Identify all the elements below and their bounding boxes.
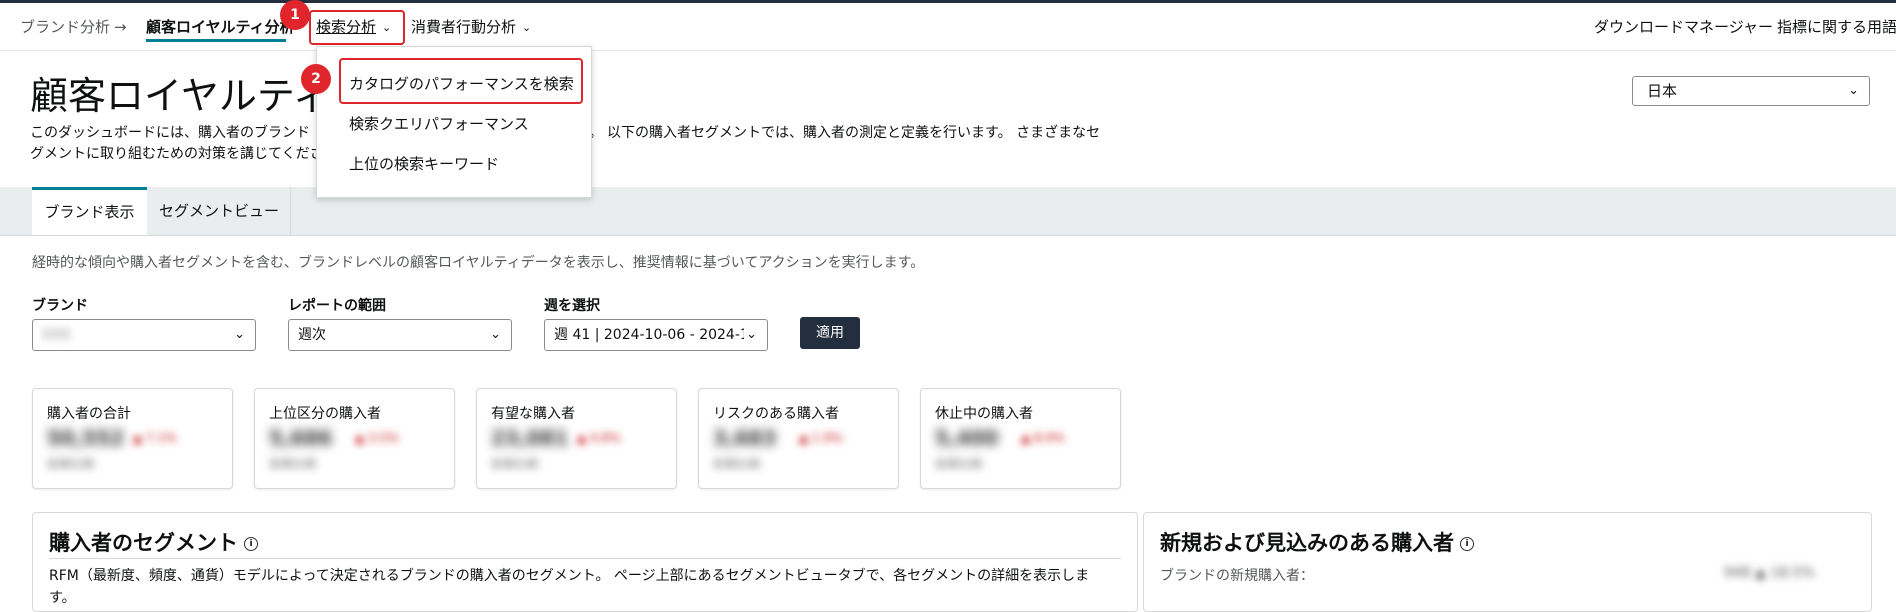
metric-card-value: 50,552 bbox=[47, 426, 125, 450]
info-icon[interactable]: i bbox=[244, 537, 258, 551]
menu-item-search-query-performance[interactable]: 検索クエリパフォーマンス bbox=[349, 113, 529, 134]
panel-divider bbox=[49, 558, 1121, 559]
new-buyers-title-text: 新規および見込みのある購入者 bbox=[1160, 531, 1454, 555]
menu-item-top-search-keywords[interactable]: 上位の検索キーワード bbox=[349, 153, 499, 174]
tab-segment-view[interactable]: セグメントビュー bbox=[148, 187, 291, 235]
info-icon[interactable]: i bbox=[1460, 537, 1474, 551]
metric-card-title: リスクのある購入者 bbox=[713, 406, 839, 422]
nav-customer-loyalty[interactable]: 顧客ロイヤルティ分析 bbox=[146, 16, 295, 38]
buyer-segments-description: RFM（最新度、頻度、通貨）モデルによって決定されるブランドの購入者のセグメント… bbox=[49, 565, 1109, 609]
new-prospective-buyers-panel: 新規および見込みのある購入者 i ブランドの新規購入者： 948 ▲ 18.5% bbox=[1143, 512, 1872, 612]
highlight-box-catalog-performance bbox=[339, 58, 583, 104]
chevron-down-icon: ⌄ bbox=[1848, 83, 1859, 98]
country-select[interactable]: 日本 ⌄ bbox=[1632, 76, 1870, 106]
metric-card-promising-buyers: 有望な購入者 23,081 ▲ 4.8% 前期比較 bbox=[476, 388, 677, 489]
nav-consumer-behavior-label: 消費者行動分析 bbox=[411, 18, 517, 36]
metric-card-change: ▲ 3.5% bbox=[355, 431, 399, 445]
metric-card-value: 5,686 bbox=[269, 426, 333, 450]
metric-card-sub: 前期比較 bbox=[269, 457, 318, 471]
metric-card-sub: 前期比較 bbox=[935, 457, 984, 471]
chevron-down-icon: ⌄ bbox=[234, 327, 245, 342]
metric-card-title: 休止中の購入者 bbox=[935, 406, 1033, 422]
metric-card-at-risk-buyers: リスクのある購入者 3,683 ▲ 1.9% 前期比較 bbox=[698, 388, 899, 489]
metric-card-total-buyers: 購入者の合計 50,552 ▲ 7.1% 前期比較 bbox=[32, 388, 233, 489]
range-filter-label: レポートの範囲 bbox=[288, 298, 386, 314]
new-buyers-value: 948 ▲ 18.5% bbox=[1724, 565, 1815, 581]
week-filter-label: 週を選択 bbox=[544, 298, 600, 314]
report-range-select[interactable]: 週次 ⌄ bbox=[288, 319, 512, 351]
buyer-segments-description-text-2: す。 bbox=[49, 590, 76, 606]
metric-card-title: 購入者の合計 bbox=[47, 406, 131, 422]
metric-card-change: ▲ 1.9% bbox=[799, 431, 843, 445]
tab-description: 経時的な傾向や購入者セグメントを含む、ブランドレベルの顧客ロイヤルティデータを表… bbox=[32, 255, 925, 271]
apply-button[interactable]: 適用 bbox=[800, 317, 860, 349]
download-manager-link[interactable]: ダウンロードマネージャー bbox=[1594, 16, 1773, 38]
metric-card-change: ▲ 8.9% bbox=[1021, 431, 1065, 445]
new-buyers-label: ブランドの新規購入者： bbox=[1160, 568, 1314, 584]
chevron-down-icon: ⌄ bbox=[522, 21, 532, 34]
annotation-badge-1: 1 bbox=[280, 0, 310, 30]
metric-card-value: 5,400 bbox=[935, 426, 999, 450]
country-select-value: 日本 bbox=[1647, 82, 1678, 100]
metric-card-dormant-buyers: 休止中の購入者 5,400 ▲ 8.9% 前期比較 bbox=[920, 388, 1121, 489]
page-description-visible: います。 以下の購入者セグメントでは、購入者の測定と定義を行います。 さまざまな… bbox=[548, 125, 1101, 141]
metric-card-value: 23,081 bbox=[491, 426, 569, 450]
report-range-value: 週次 bbox=[298, 327, 326, 343]
brand-filter-label: ブランド bbox=[32, 298, 88, 314]
nav-consumer-behavior[interactable]: 消費者行動分析 ⌄ bbox=[411, 16, 531, 40]
brand-select[interactable]: XXX ⌄ bbox=[32, 319, 256, 351]
page-description-line-2: グメントに取り組むための対策を講じてくださ bbox=[30, 146, 324, 162]
chevron-down-icon: ⌄ bbox=[490, 327, 501, 342]
metric-card-title: 有望な購入者 bbox=[491, 406, 575, 422]
active-nav-underline bbox=[146, 39, 286, 42]
buyer-segments-title-text: 購入者のセグメント bbox=[49, 531, 238, 555]
page-title: 顧客ロイヤルティ bbox=[30, 74, 331, 118]
brand-select-value: XXX bbox=[42, 327, 71, 343]
page-description-start: このダッシュボードには、購入者のブランド bbox=[30, 125, 310, 141]
metric-card-top-tier-buyers: 上位区分の購入者 5,686 ▲ 3.5% 前期比較 bbox=[254, 388, 455, 489]
annotation-badge-2: 2 bbox=[301, 64, 331, 94]
metric-card-sub: 前期比較 bbox=[491, 457, 540, 471]
new-buyers-title: 新規および見込みのある購入者 i bbox=[1160, 527, 1474, 557]
metric-card-sub: 前期比較 bbox=[713, 457, 762, 471]
metric-card-sub: 前期比較 bbox=[47, 457, 96, 471]
metric-card-value: 3,683 bbox=[713, 426, 777, 450]
buyer-segments-description-text: RFM（最新度、頻度、通貨）モデルによって決定されるブランドの購入者のセグメント… bbox=[49, 568, 1090, 584]
tab-brand-view[interactable]: ブランド表示 bbox=[32, 187, 147, 235]
week-select-value: 週 41 | 2024-10-06 - 2024-10 bbox=[554, 327, 758, 343]
chevron-down-icon: ⌄ bbox=[744, 320, 757, 350]
breadcrumb-arrow-icon: → bbox=[114, 18, 127, 36]
glossary-link[interactable]: 指標に関する用語 bbox=[1777, 16, 1896, 38]
view-tabs: ブランド表示 セグメントビュー bbox=[0, 187, 1896, 236]
buyer-segments-panel: 購入者のセグメント i RFM（最新度、頻度、通貨）モデルによって決定されるブラン… bbox=[32, 512, 1138, 612]
buyer-segments-title: 購入者のセグメント i bbox=[49, 527, 258, 557]
highlight-box-search-analysis bbox=[309, 10, 405, 45]
metric-card-change: ▲ 7.1% bbox=[133, 431, 177, 445]
metric-card-title: 上位区分の購入者 bbox=[269, 406, 381, 422]
metric-card-change: ▲ 4.8% bbox=[577, 431, 621, 445]
breadcrumb-brand-analysis[interactable]: ブランド分析 bbox=[20, 16, 110, 38]
week-select[interactable]: 週 41 | 2024-10-06 - 2024-10 ⌄ bbox=[544, 319, 768, 351]
